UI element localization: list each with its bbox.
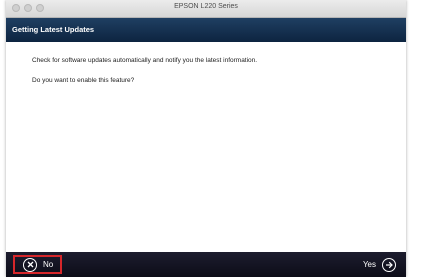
no-button[interactable]: No [13, 255, 62, 274]
window-title: EPSON L220 Series [174, 3, 238, 10]
epson-updater-window: EPSON L220 Series Getting Latest Updates… [6, 0, 406, 277]
arrow-right-circle-icon [382, 257, 396, 272]
footer-bar: No Yes [6, 252, 406, 277]
description-text: Check for software updates automatically… [32, 57, 258, 64]
title-bar: EPSON L220 Series [6, 0, 406, 18]
no-button-label: No [43, 260, 54, 269]
yes-button[interactable]: Yes [358, 255, 396, 274]
close-circle-icon [23, 257, 37, 272]
yes-button-label: Yes [362, 260, 376, 269]
content-area: Check for software updates automatically… [6, 42, 406, 252]
page-title: Getting Latest Updates [12, 25, 95, 34]
question-text: Do you want to enable this feature? [32, 77, 135, 84]
page-header: Getting Latest Updates [6, 18, 406, 42]
